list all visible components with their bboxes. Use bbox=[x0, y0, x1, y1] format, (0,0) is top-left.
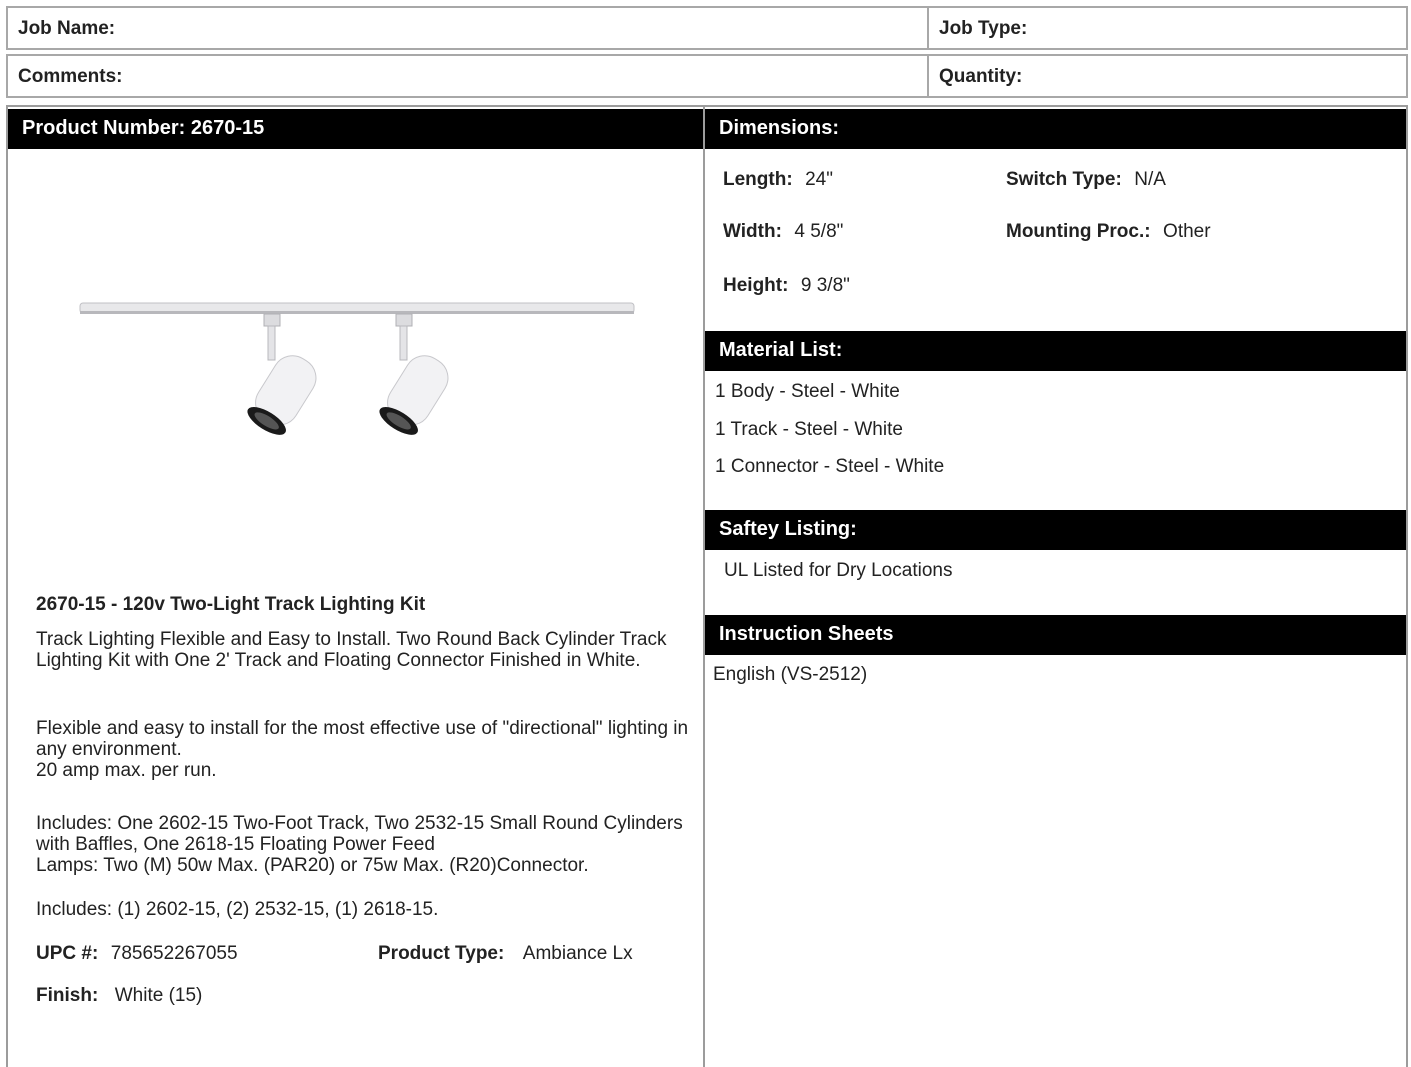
description-3-line-1: Includes: One 2602-15 Two-Foot Track, Tw… bbox=[36, 813, 683, 855]
quantity-field: Quantity: bbox=[939, 66, 1023, 87]
safety-listing-text: UL Listed for Dry Locations bbox=[724, 560, 953, 581]
instruction-sheet-link[interactable]: English (VS-2512) bbox=[713, 664, 867, 686]
product-type-value: Ambiance Lx bbox=[522, 943, 633, 964]
material-item: 1 Track - Steel - White bbox=[715, 419, 903, 440]
material-item: 1 Connector - Steel - White bbox=[715, 456, 945, 477]
switch-type-label: Switch Type: bbox=[1006, 169, 1122, 190]
description-2-line-2: 20 amp max. per run. bbox=[36, 760, 217, 781]
switch-type-row: Switch Type: N/A bbox=[1006, 169, 1166, 191]
description-3-line-2: Lamps: Two (M) 50w Max. (PAR20) or 75w M… bbox=[36, 855, 589, 876]
upc-value: 785652267055 bbox=[110, 943, 238, 964]
finish-row: Finish: White (15) bbox=[36, 985, 202, 1007]
product-description-4: Includes: (1) 2602-15, (2) 2532-15, (1) … bbox=[36, 899, 439, 920]
job-row: Job Name: Job Type: bbox=[6, 6, 1408, 50]
comments-field: Comments: bbox=[8, 56, 929, 96]
mounting-label: Mounting Proc.: bbox=[1006, 221, 1151, 242]
mounting-row: Mounting Proc.: Other bbox=[1006, 221, 1211, 243]
mounting-value: Other bbox=[1163, 221, 1211, 242]
job-name-field: Job Name: bbox=[8, 8, 929, 48]
dimensions-header: Dimensions: bbox=[705, 109, 1406, 149]
finish-label: Finish: bbox=[36, 985, 99, 1006]
width-value: 4 5/8" bbox=[794, 221, 844, 242]
instruction-sheets-header: Instruction Sheets bbox=[705, 615, 1406, 655]
product-type-label: Product Type: bbox=[378, 943, 505, 964]
specs-panel: Dimensions: Length: 24" Switch Type: N/A… bbox=[705, 105, 1408, 1067]
width-row: Width: 4 5/8" bbox=[723, 221, 843, 243]
upc-label: UPC #: bbox=[36, 943, 99, 964]
length-value: 24" bbox=[805, 169, 833, 190]
material-list-header: Material List: bbox=[705, 331, 1406, 371]
height-row: Height: 9 3/8" bbox=[723, 275, 850, 297]
length-label: Length: bbox=[723, 169, 793, 190]
width-label: Width: bbox=[723, 221, 782, 242]
track-light-kit-image bbox=[79, 302, 635, 435]
safety-listing-header: Saftey Listing: bbox=[705, 510, 1406, 550]
product-number-header: Product Number: 2670-15 bbox=[8, 109, 703, 149]
upc-row: UPC #: 785652267055 bbox=[36, 943, 238, 965]
material-item: 1 Body - Steel - White bbox=[715, 381, 900, 402]
product-description-3: Includes: One 2602-15 Two-Foot Track, Tw… bbox=[36, 813, 696, 876]
product-description-1: Track Lighting Flexible and Easy to Inst… bbox=[36, 629, 667, 671]
finish-value: White (15) bbox=[114, 985, 203, 1006]
height-value: 9 3/8" bbox=[800, 275, 850, 296]
comments-row: Comments: Quantity: bbox=[6, 54, 1408, 98]
product-title: 2670-15 - 120v Two-Light Track Lighting … bbox=[36, 594, 426, 615]
product-type-row: Product Type: Ambiance Lx bbox=[378, 943, 633, 965]
job-type-field: Job Type: bbox=[939, 18, 1028, 39]
product-panel: Product Number: 2670-15 2670-15 - 120v T… bbox=[6, 105, 705, 1067]
product-description-2: Flexible and easy to install for the mos… bbox=[36, 718, 696, 781]
height-label: Height: bbox=[723, 275, 789, 296]
switch-type-value: N/A bbox=[1134, 169, 1166, 190]
length-row: Length: 24" bbox=[723, 169, 833, 191]
description-2-line-1: Flexible and easy to install for the mos… bbox=[36, 718, 689, 760]
